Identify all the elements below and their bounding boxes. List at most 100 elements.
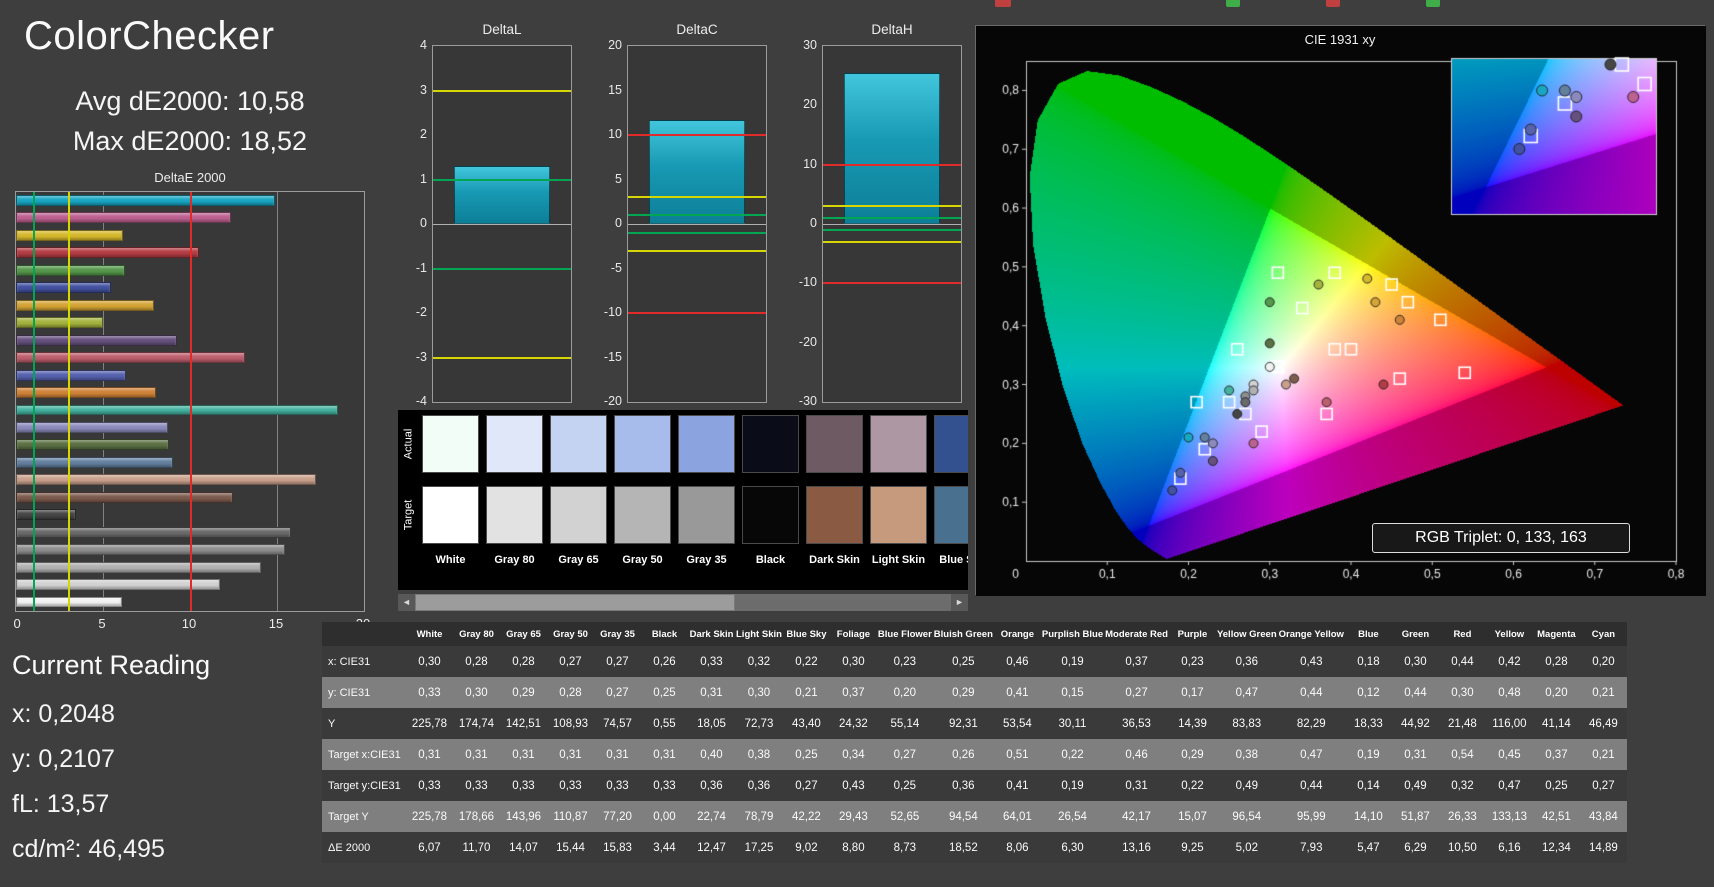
axis-tick-label: 15	[268, 616, 284, 631]
table-cell: 74,57	[603, 717, 632, 730]
deltae-bar-red	[16, 247, 199, 259]
table-cell: 0,22	[1061, 748, 1084, 761]
table-cell: 0,33	[700, 655, 723, 668]
table-cell: 0,31	[512, 748, 535, 761]
deltae-bar-bluish-green	[16, 404, 339, 416]
table-cell: 0,36	[747, 779, 771, 792]
deltae-bar-blue-sky	[16, 456, 173, 468]
deltae-bar-magenta	[16, 212, 231, 224]
table-column-header-black: Black	[641, 622, 688, 646]
axis-tick-label: 5	[615, 171, 622, 186]
swatch-scrollbar[interactable]: ◄ ►	[398, 594, 968, 611]
table-cell: 0,29	[1181, 748, 1204, 761]
actual-swatch-gray-80	[486, 415, 543, 473]
current-reading-cdm2: cd/m²: 46,495	[12, 835, 165, 863]
deltae-bar-light-skin	[16, 474, 317, 486]
table-cell: 108,93	[552, 717, 589, 730]
actual-swatch-blue-sky	[934, 415, 968, 473]
deltae2000-chart-title: DeltaE 2000	[154, 170, 226, 185]
axis-tick-label: -20	[603, 394, 622, 408]
table-column-header-bluish-green: Bluish Green	[932, 622, 994, 646]
table-cell: 0,46	[1006, 655, 1029, 668]
toolbar-artifact	[1326, 0, 1340, 7]
axis-tick-label: 20	[608, 38, 622, 52]
table-cell: 0,31	[653, 748, 676, 761]
deltae-bar-orange-yellow	[16, 299, 154, 311]
table-cell: 0,30	[1404, 655, 1427, 668]
table-cell: 0,25	[893, 779, 917, 792]
table-cell: 0,27	[893, 748, 917, 761]
table-cell: 0,54	[1451, 748, 1474, 761]
table-cell: 3,44	[653, 841, 676, 854]
scroll-left-button[interactable]: ◄	[398, 594, 415, 611]
table-row--e-2000: ΔE 2000 6,07 11,70 14,07 15,44 15,83 3,44 12,47…	[322, 832, 1627, 863]
reference-line	[433, 178, 571, 181]
table-column-header-purple: Purple	[1168, 622, 1216, 646]
axis-tick-label: 4	[420, 38, 427, 52]
scroll-right-button[interactable]: ►	[951, 594, 968, 611]
table-column-header-orange: Orange	[993, 622, 1041, 646]
table-cell: 12,47	[697, 841, 726, 854]
table-row-label: ΔE 2000	[328, 841, 371, 854]
table-cell: 174,74	[458, 717, 495, 730]
table-cell: 95,99	[1296, 810, 1326, 823]
table-cell: 0,27	[1125, 686, 1148, 699]
table-cell: 0,43	[842, 779, 865, 792]
table-cell: 116,00	[1492, 717, 1527, 730]
table-cell: 0,21	[795, 686, 818, 699]
avg-de2000-value: Avg dE2000: 10,58	[75, 86, 305, 116]
axis-tick-label: 10	[181, 616, 197, 631]
reference-line	[628, 134, 766, 136]
table-column-header-cyan: Cyan	[1579, 622, 1627, 646]
deltal-plot-area	[432, 45, 572, 403]
current-reading-y: y: 0,2107	[12, 745, 115, 773]
deltac-chart: DeltaC 20 15 10 5 0 -5 -10 -15 -20	[595, 20, 770, 410]
table-column-header-foliage: Foliage	[829, 622, 877, 646]
table-column-header-yellow-green: Yellow Green	[1215, 622, 1278, 646]
table-cell: 26,54	[1058, 810, 1087, 823]
table-cell: 0,33	[559, 779, 582, 792]
table-cell: 6,16	[1498, 841, 1521, 854]
table-cell: 0,49	[1235, 779, 1258, 792]
swatch-row-label-text: Actual	[402, 428, 415, 460]
page-title: ColorChecker	[24, 14, 275, 58]
table-cell: 0,49	[1404, 779, 1427, 792]
table-cell: 14,89	[1589, 841, 1618, 854]
swatch-row-label-target: Target	[398, 486, 418, 544]
table-cell: 0,31	[606, 748, 629, 761]
table-cell: 0,12	[1357, 686, 1380, 699]
table-cell: 0,31	[1125, 779, 1148, 792]
table-cell: 42,17	[1122, 810, 1151, 823]
table-cell: 0,38	[747, 748, 771, 761]
table-column-header-red: Red	[1438, 622, 1486, 646]
reference-line	[823, 228, 961, 231]
axis-tick-label: -15	[603, 349, 622, 364]
table-cell: 6,29	[1404, 841, 1427, 854]
table-cell: 178,66	[458, 810, 495, 823]
table-cell: 22,74	[697, 810, 726, 823]
table-column-header-orange-yellow: Orange Yellow	[1277, 622, 1345, 646]
actual-swatch-white	[422, 415, 479, 473]
current-reading-title: Current Reading	[12, 650, 211, 680]
table-cell: 0,31	[418, 748, 441, 761]
table-cell: 14,39	[1178, 717, 1207, 730]
table-cell: 17,25	[744, 841, 774, 854]
rgb-triplet-badge: RGB Triplet: 0, 133, 163	[1372, 523, 1630, 553]
colorchecker-app: ColorChecker Avg dE2000: 10,58 Max dE200…	[0, 0, 1714, 887]
table-column-header-moderate-red: Moderate Red	[1104, 622, 1169, 646]
table-cell: 0,14	[1357, 779, 1380, 792]
table-cell: 0,37	[842, 686, 865, 699]
scrollbar-thumb[interactable]	[415, 594, 735, 611]
table-cell: 0,27	[1592, 779, 1615, 792]
table-cell: 83,83	[1232, 717, 1262, 730]
table-cell: 0,00	[653, 810, 676, 823]
table-column-header-yellow: Yellow	[1485, 622, 1533, 646]
table-column-header-gray-65: Gray 65	[500, 622, 547, 646]
table-cell: 142,51	[505, 717, 542, 730]
actual-swatch-gray-65	[550, 415, 607, 473]
table-cell: 0,31	[1404, 748, 1427, 761]
swatch-panel: Actual Target White Gray 80 Gray 65 Gray 50 Gr…	[398, 410, 968, 590]
table-column-header-light-skin: Light Skin	[735, 622, 783, 646]
table-cell: 0,55	[653, 717, 676, 730]
table-corner-cell	[322, 622, 406, 646]
